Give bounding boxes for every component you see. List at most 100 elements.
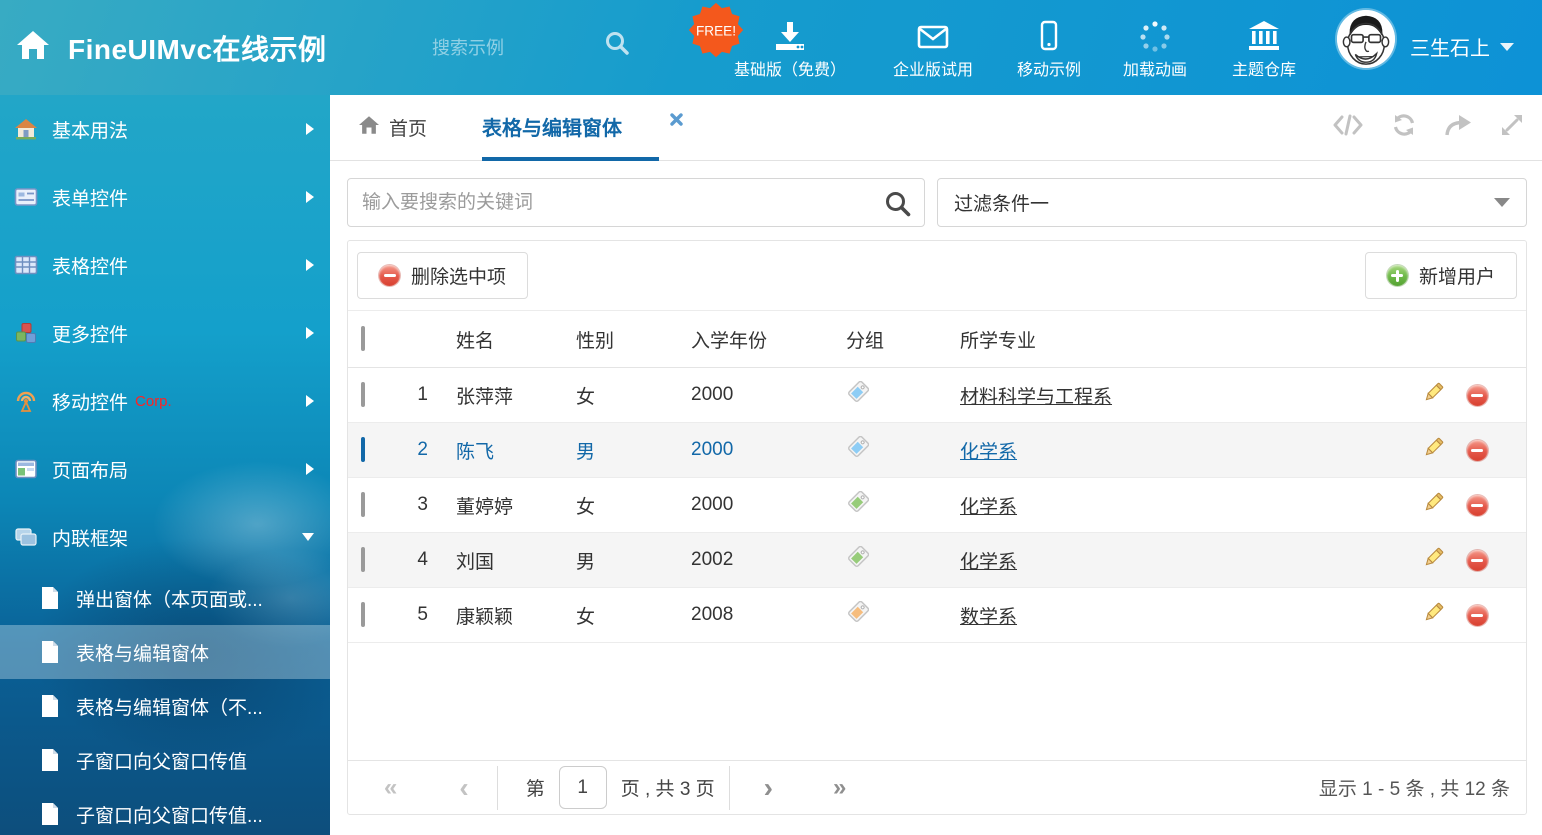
- table-row[interactable]: 4 刘国 男 2002 化学系: [348, 533, 1526, 588]
- col-year[interactable]: 入学年份: [691, 326, 846, 353]
- share-icon[interactable]: [1445, 114, 1472, 142]
- edit-icon[interactable]: [1422, 546, 1445, 575]
- refresh-icon[interactable]: [1391, 113, 1417, 142]
- plus-icon: [1387, 265, 1408, 286]
- sidebar-item-basic-usage[interactable]: 基本用法: [0, 95, 330, 163]
- add-user-button[interactable]: 新增用户: [1365, 252, 1517, 299]
- table-row[interactable]: 5 康颖颖 女 2008 数学系: [348, 588, 1526, 643]
- col-major[interactable]: 所学专业: [960, 326, 1411, 353]
- table-header: 姓名 性别 入学年份 分组 所学专业: [348, 310, 1526, 368]
- form-icon: [14, 185, 38, 209]
- spinner-icon: [1123, 14, 1187, 52]
- file-icon: [40, 802, 60, 826]
- edit-icon[interactable]: [1422, 491, 1445, 520]
- row-checkbox[interactable]: [361, 382, 365, 407]
- sidebar-item-grid-controls[interactable]: 表格控件: [0, 231, 330, 299]
- major-link[interactable]: 化学系: [960, 497, 1017, 518]
- search-icon[interactable]: [604, 30, 630, 61]
- tab-bar: 首页 表格与编辑窗体: [330, 95, 1542, 161]
- close-icon[interactable]: [670, 109, 683, 132]
- file-icon: [40, 748, 60, 772]
- file-icon: [40, 694, 60, 718]
- bank-icon: [1232, 14, 1296, 52]
- home-icon: [358, 115, 380, 141]
- sidebar-subitem-grid-edit-window[interactable]: 表格与编辑窗体: [0, 625, 330, 679]
- last-page-button[interactable]: »: [833, 774, 846, 802]
- home-icon[interactable]: [16, 29, 50, 66]
- cubes-icon: [14, 321, 38, 345]
- grid-toolbar: 删除选中项 新增用户: [348, 241, 1526, 310]
- expand-icon[interactable]: [1500, 113, 1524, 142]
- sidebar-item-mobile-controls[interactable]: 移动控件 Corp.: [0, 367, 330, 435]
- pagination-bar: « ‹ 第 页 , 共 3 页 › » 显示 1 - 5 条 , 共 12 条: [348, 760, 1526, 814]
- first-page-button[interactable]: «: [384, 774, 397, 802]
- prev-page-button[interactable]: ‹: [459, 774, 468, 802]
- delete-icon[interactable]: [1467, 605, 1488, 626]
- tag-icon: [846, 601, 869, 630]
- sidebar-subitem-grid-edit-window-no[interactable]: 表格与编辑窗体（不...: [0, 679, 330, 733]
- sidebar-item-iframe[interactable]: 内联框架: [0, 503, 330, 571]
- sidebar-item-page-layout[interactable]: 页面布局: [0, 435, 330, 503]
- row-checkbox[interactable]: [361, 547, 365, 572]
- delete-icon[interactable]: [1467, 385, 1488, 406]
- user-menu[interactable]: 三生石上: [1410, 32, 1514, 61]
- row-checkbox[interactable]: [361, 492, 365, 517]
- delete-icon[interactable]: [1467, 495, 1488, 516]
- tab-toolbar: [1333, 95, 1524, 160]
- nav-theme-repo[interactable]: 主题仓库: [1232, 14, 1296, 80]
- col-gender[interactable]: 性别: [576, 326, 691, 353]
- delete-selected-button[interactable]: 删除选中项: [357, 252, 528, 299]
- sidebar-subitem-child-to-parent[interactable]: 子窗口向父窗口传值: [0, 733, 330, 787]
- free-badge: FREE!: [687, 1, 745, 59]
- search-icon[interactable]: [884, 190, 911, 222]
- edit-icon[interactable]: [1422, 601, 1445, 630]
- chevron-right-icon: [306, 463, 314, 475]
- sidebar-subitem-child-to-parent-2[interactable]: 子窗口向父窗口传值...: [0, 787, 330, 835]
- header-search-input[interactable]: 搜索示例: [432, 34, 504, 60]
- sidebar-subitem-popup-window[interactable]: 弹出窗体（本页面或...: [0, 571, 330, 625]
- tag-icon: [846, 491, 869, 520]
- col-group[interactable]: 分组: [846, 326, 960, 353]
- sidebar-item-form-controls[interactable]: 表单控件: [0, 163, 330, 231]
- chevron-right-icon: [306, 327, 314, 339]
- select-all-checkbox[interactable]: [361, 326, 365, 351]
- table-row[interactable]: 1 张萍萍 女 2000 材料科学与工程系: [348, 368, 1526, 423]
- chevron-down-icon: [302, 533, 314, 541]
- filter-dropdown[interactable]: 过滤条件一: [937, 178, 1527, 227]
- major-link[interactable]: 化学系: [960, 442, 1017, 463]
- page-number-input[interactable]: [559, 766, 607, 809]
- envelope-icon: [893, 14, 973, 52]
- table-row[interactable]: 3 董婷婷 女 2000 化学系: [348, 478, 1526, 533]
- nav-basic-free[interactable]: 基础版（免费）: [734, 14, 846, 80]
- tab-grid-edit-window[interactable]: 表格与编辑窗体: [482, 95, 659, 161]
- table-row[interactable]: 2 陈飞 男 2000 化学系: [348, 423, 1526, 478]
- page-label-suffix: 页 , 共 3 页: [621, 774, 715, 801]
- chevron-right-icon: [306, 395, 314, 407]
- nav-mobile-demo[interactable]: 移动示例: [1017, 14, 1081, 80]
- sidebar-item-more-controls[interactable]: 更多控件: [0, 299, 330, 367]
- major-link[interactable]: 数学系: [960, 607, 1017, 628]
- chevron-down-icon: [1500, 43, 1514, 51]
- edit-icon[interactable]: [1422, 381, 1445, 410]
- tab-home[interactable]: 首页: [358, 95, 427, 160]
- page-label-prefix: 第: [526, 774, 545, 801]
- file-icon: [40, 586, 60, 610]
- chevron-right-icon: [306, 123, 314, 135]
- nav-loading-anim[interactable]: 加载动画: [1123, 14, 1187, 80]
- delete-icon[interactable]: [1467, 550, 1488, 571]
- user-grid-panel: 删除选中项 新增用户 姓名 性别 入学年份 分组 所学专业 1 张萍萍 女 20…: [347, 240, 1527, 815]
- delete-icon[interactable]: [1467, 440, 1488, 461]
- nav-enterprise-trial[interactable]: 企业版试用: [893, 14, 973, 80]
- edit-icon[interactable]: [1422, 436, 1445, 465]
- avatar[interactable]: [1337, 10, 1395, 68]
- row-checkbox[interactable]: [361, 602, 365, 627]
- major-link[interactable]: 材料科学与工程系: [960, 387, 1112, 408]
- next-page-button[interactable]: ›: [764, 774, 773, 802]
- keyword-search-input[interactable]: [348, 179, 924, 226]
- row-checkbox[interactable]: [361, 437, 365, 462]
- code-icon[interactable]: [1333, 114, 1363, 141]
- col-name[interactable]: 姓名: [456, 326, 576, 353]
- major-link[interactable]: 化学系: [960, 552, 1017, 573]
- app-header: FineUIMvc在线示例 搜索示例 FREE! 基础版（免费） 企业版试用 移…: [0, 0, 1542, 95]
- corp-badge: Corp.: [135, 393, 172, 410]
